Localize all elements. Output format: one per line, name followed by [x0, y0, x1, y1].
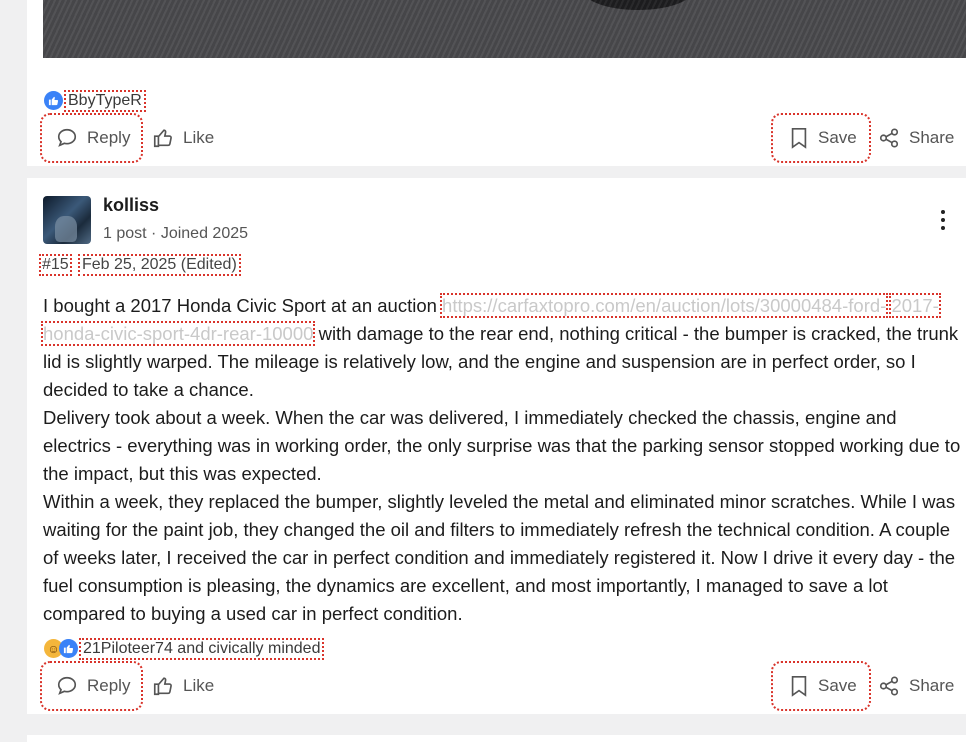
- bookmark-icon: [791, 676, 807, 697]
- username[interactable]: kolliss: [103, 195, 159, 216]
- joined-date: Joined 2025: [160, 225, 249, 242]
- like-label: Like: [183, 676, 215, 695]
- next-post-card: [27, 735, 966, 742]
- post-actions: Reply Like Save Share: [40, 661, 960, 711]
- post-number[interactable]: #15: [39, 254, 72, 276]
- share-button[interactable]: Share: [878, 661, 954, 711]
- post-body: I bought a 2017 Honda Civic Sport at an …: [41, 292, 961, 628]
- reaction-names[interactable]: 21Piloteer74 and civically minded: [78, 637, 325, 660]
- more-vertical-icon[interactable]: [940, 210, 946, 230]
- reaction-names[interactable]: BbyTypeR: [64, 89, 146, 112]
- share-icon: [879, 128, 899, 148]
- avatar[interactable]: [43, 196, 91, 244]
- save-label: Save: [818, 676, 857, 695]
- post-actions: Reply Like Save Share: [40, 113, 960, 163]
- speech-bubble-icon: [57, 676, 77, 695]
- like-label: Like: [183, 128, 215, 147]
- thumbs-up-icon: [153, 677, 172, 696]
- auction-link[interactable]: https://carfaxtopro.com/en/auction/lots/…: [440, 293, 889, 318]
- bookmark-icon: [791, 128, 807, 149]
- post-paragraph-3: Within a week, they replaced the bumper,…: [43, 491, 956, 624]
- meta-separator: ·: [151, 225, 157, 242]
- post-text-intro: I bought a 2017 Honda Civic Sport at an …: [43, 295, 437, 316]
- thumbs-up-icon: [59, 639, 78, 658]
- post-paragraph-1: I bought a 2017 Honda Civic Sport at an …: [41, 292, 961, 404]
- post-count: 1 post: [103, 225, 147, 242]
- thumbs-up-icon: [44, 91, 63, 110]
- like-button[interactable]: Like: [152, 661, 214, 711]
- share-label: Share: [909, 128, 955, 147]
- save-label: Save: [818, 128, 857, 147]
- share-icon: [879, 676, 899, 696]
- save-button[interactable]: Save: [771, 113, 871, 163]
- share-button[interactable]: Share: [878, 113, 954, 163]
- save-button[interactable]: Save: [771, 661, 871, 711]
- like-button[interactable]: Like: [152, 113, 214, 163]
- speech-bubble-icon: [57, 128, 77, 147]
- reply-label: Reply: [87, 676, 131, 695]
- share-label: Share: [909, 676, 955, 695]
- reaction-summary[interactable]: ☺ 21Piloteer74 and civically minded: [44, 637, 325, 660]
- post-date[interactable]: Feb 25, 2025 (Edited): [78, 254, 241, 276]
- reply-button[interactable]: Reply: [40, 113, 143, 163]
- reaction-summary[interactable]: BbyTypeR: [44, 89, 146, 112]
- post-photo[interactable]: [43, 0, 966, 58]
- reply-button[interactable]: Reply: [40, 661, 143, 711]
- reply-label: Reply: [87, 128, 131, 147]
- thumbs-up-icon: [153, 129, 172, 148]
- post-paragraph-2: Delivery took about a week. When the car…: [43, 407, 961, 484]
- user-meta: 1 post · Joined 2025: [103, 225, 248, 243]
